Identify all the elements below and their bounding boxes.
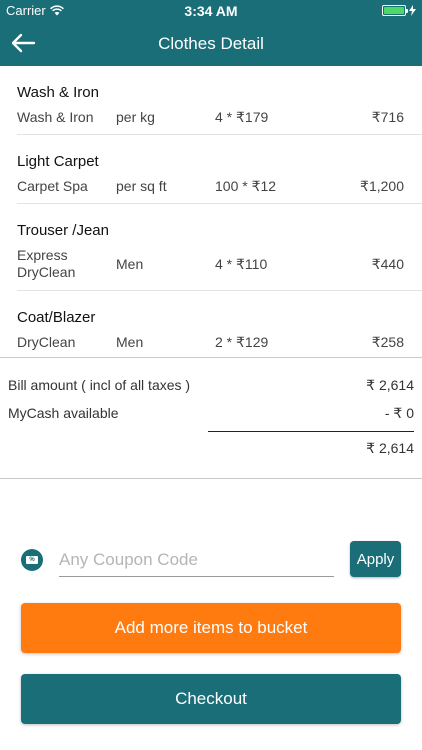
item-amount: ₹258 — [371, 334, 404, 350]
item-row: Wash & Iron per kg 4 * ₹179 ₹716 — [17, 106, 422, 134]
apply-coupon-button[interactable]: Apply — [350, 541, 401, 577]
page-title: Clothes Detail — [158, 34, 264, 53]
checkout-button[interactable]: Checkout — [21, 674, 401, 724]
service-name: Carpet Spa — [17, 178, 88, 194]
item-title: Coat/Blazer — [17, 309, 96, 326]
item-row: Carpet Spa per sq ft 100 * ₹12 ₹1,200 — [17, 175, 422, 203]
list-item: Trouser /Jean Express DryClean Men 4 * ₹… — [17, 204, 422, 291]
coupon-code-input[interactable] — [59, 544, 334, 577]
bill-summary: Bill amount ( incl of all taxes ) ₹ 2,61… — [0, 357, 422, 479]
status-bar: Carrier 3:34 AM — [0, 0, 422, 22]
charging-icon — [409, 5, 416, 16]
unit-label: Men — [116, 256, 144, 272]
unit-label: Men — [116, 334, 144, 350]
unit-label: per kg — [116, 109, 155, 125]
service-name: Express DryClean — [17, 247, 76, 280]
bill-amount-value: ₹ 2,614 — [366, 377, 414, 393]
quantity-price: 100 * ₹12 — [215, 178, 277, 194]
clothes-list: Wash & Iron Wash & Iron per kg 4 * ₹179 … — [0, 66, 422, 359]
service-name: Wash & Iron — [17, 109, 94, 125]
battery-icon — [382, 5, 408, 16]
list-item: Light Carpet Carpet Spa per sq ft 100 * … — [17, 135, 422, 204]
battery-indicator — [382, 5, 416, 16]
item-title: Light Carpet — [17, 153, 99, 170]
list-item: Wash & Iron Wash & Iron per kg 4 * ₹179 … — [17, 66, 422, 135]
coupon-tag-icon: % — [21, 549, 43, 571]
total-divider — [208, 431, 414, 432]
add-more-items-button[interactable]: Add more items to bucket — [21, 603, 401, 653]
item-row: DryClean Men 2 * ₹129 ₹258 — [17, 331, 422, 359]
quantity-price: 4 * ₹110 — [215, 256, 268, 272]
list-item: Coat/Blazer DryClean Men 2 * ₹129 ₹258 — [17, 291, 422, 359]
item-title: Trouser /Jean — [17, 222, 109, 239]
item-title: Wash & Iron — [17, 84, 99, 101]
item-amount: ₹1,200 — [360, 178, 404, 194]
mycash-label: MyCash available — [8, 405, 119, 421]
service-name: DryClean — [17, 334, 76, 350]
quantity-price: 4 * ₹179 — [215, 109, 269, 125]
quantity-price: 2 * ₹129 — [215, 334, 269, 350]
unit-label: per sq ft — [116, 178, 167, 194]
nav-bar: Clothes Detail — [0, 22, 422, 66]
item-amount: ₹440 — [371, 256, 404, 272]
bill-amount-label: Bill amount ( incl of all taxes ) — [8, 377, 191, 393]
item-row: Express DryClean Men 4 * ₹110 ₹440 — [17, 244, 422, 290]
status-time: 3:34 AM — [184, 3, 238, 19]
total-value: ₹ 2,614 — [366, 440, 414, 456]
item-amount: ₹716 — [371, 109, 404, 125]
mycash-value: - ₹ 0 — [384, 405, 414, 421]
